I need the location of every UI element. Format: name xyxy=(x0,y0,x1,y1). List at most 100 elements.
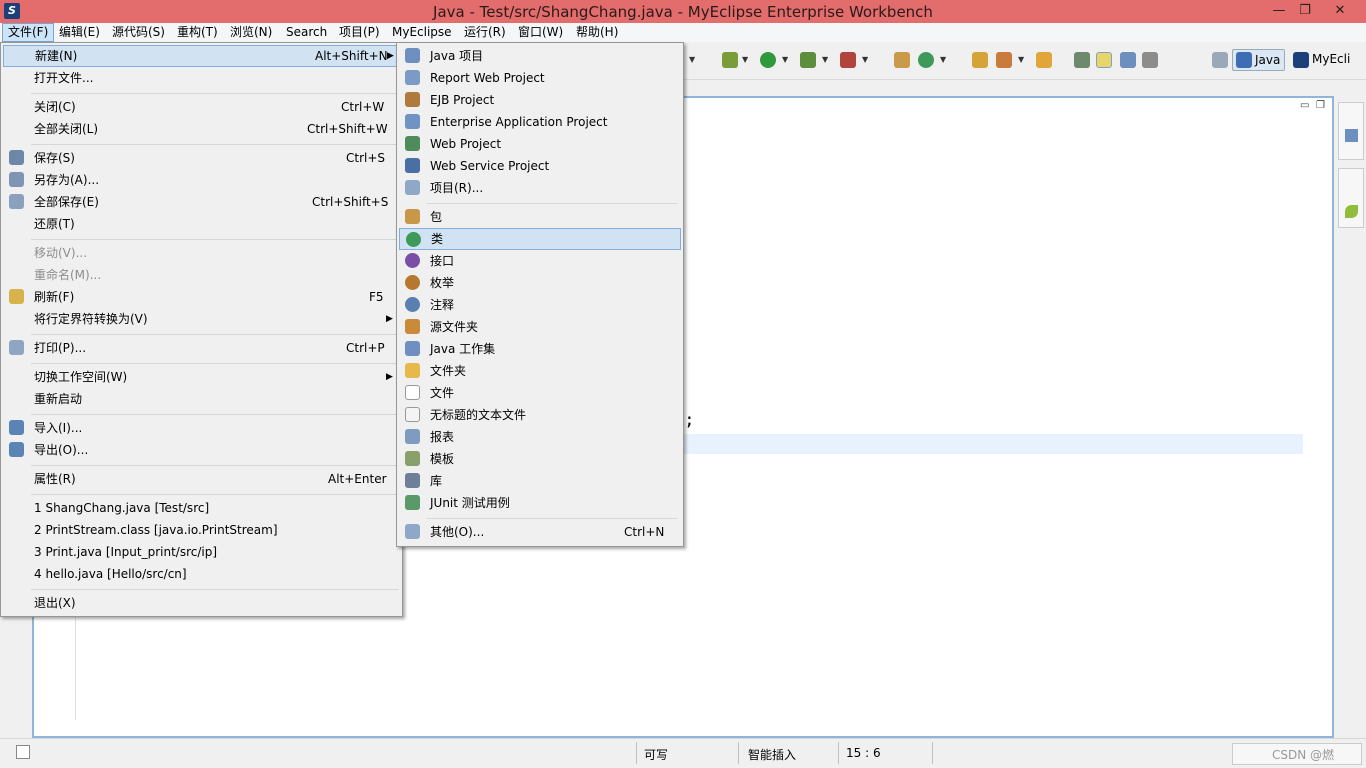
menu-window[interactable]: 窗口(W) xyxy=(513,23,568,42)
side-view-strip xyxy=(1338,102,1364,232)
file-menu-save-as[interactable]: 另存为(A)... xyxy=(3,169,400,191)
menu-run[interactable]: 运行(R) xyxy=(459,23,511,42)
file-menu-properties-shortcut: Alt+Enter xyxy=(328,472,387,486)
menu-navigate[interactable]: 浏览(N) xyxy=(225,23,277,42)
leaf-icon[interactable] xyxy=(1345,205,1358,218)
menu-refactor[interactable]: 重构(T) xyxy=(172,23,223,42)
chevron-down-icon[interactable]: ▼ xyxy=(689,55,695,64)
new-library[interactable]: 库 xyxy=(399,470,681,492)
file-menu-switch-workspace[interactable]: 切换工作空间(W) ▶ xyxy=(3,366,400,388)
menu-project[interactable]: 项目(P) xyxy=(334,23,385,42)
file-menu-refresh[interactable]: 刷新(F) F5 xyxy=(3,286,400,308)
file-menu-exit[interactable]: 退出(X) xyxy=(3,592,400,614)
close-button[interactable]: ✕ xyxy=(1318,2,1362,20)
new-enterprise-application-project-label: Enterprise Application Project xyxy=(430,115,608,129)
block-select-icon[interactable] xyxy=(1120,52,1136,68)
new-ejb-project-label: EJB Project xyxy=(430,93,495,107)
outline-minimized-view[interactable] xyxy=(1338,102,1364,160)
chevron-down-icon[interactable]: ▼ xyxy=(940,55,946,64)
open-perspective-icon[interactable] xyxy=(1212,52,1228,68)
outline-icon[interactable] xyxy=(1345,129,1358,142)
vertical-scrollbar[interactable] xyxy=(1304,124,1318,720)
show-whitespace-icon[interactable] xyxy=(1142,52,1158,68)
new-file[interactable]: 文件 xyxy=(399,382,681,404)
chevron-down-icon[interactable]: ▼ xyxy=(862,55,868,64)
myeclipse-perspective-icon xyxy=(1293,52,1309,68)
file-menu-convert-line-delimiters[interactable]: 将行定界符转换为(V) ▶ xyxy=(3,308,400,330)
new-source-folder[interactable]: 源文件夹 xyxy=(399,316,681,338)
run-external-icon[interactable] xyxy=(800,52,816,68)
server-icon[interactable] xyxy=(840,52,856,68)
new-class[interactable]: 类 xyxy=(399,228,681,250)
perspective-java-label: Java xyxy=(1255,53,1281,67)
annotation-icon[interactable] xyxy=(1074,52,1090,68)
new-ejb-project[interactable]: EJB Project xyxy=(399,89,681,111)
file-menu-import[interactable]: 导入(I)... xyxy=(3,417,400,439)
minimize-button[interactable]: — xyxy=(1266,2,1292,20)
file-menu-new[interactable]: 新建(N) Alt+Shift+N ▶ xyxy=(3,45,400,67)
chevron-down-icon[interactable]: ▼ xyxy=(1018,55,1024,64)
new-other[interactable]: 其他(O)... Ctrl+N xyxy=(399,521,681,543)
new-enterprise-application-project[interactable]: Enterprise Application Project xyxy=(399,111,681,133)
maximize-button[interactable]: ❐ xyxy=(1292,2,1318,20)
new-class-icon[interactable] xyxy=(918,52,934,68)
menu-edit[interactable]: 编辑(E) xyxy=(54,23,105,42)
file-menu-close[interactable]: 关闭(C) Ctrl+W xyxy=(3,96,400,118)
menu-myeclipse[interactable]: MyEclipse xyxy=(387,23,457,42)
menu-source[interactable]: 源代码(S) xyxy=(107,23,170,42)
new-enum[interactable]: 枚举 xyxy=(399,272,681,294)
new-annotation[interactable]: 注释 xyxy=(399,294,681,316)
new-web-project[interactable]: Web Project xyxy=(399,133,681,155)
file-menu-open-file[interactable]: 打开文件... xyxy=(3,67,400,89)
new-folder[interactable]: 文件夹 xyxy=(399,360,681,382)
run-icon[interactable] xyxy=(760,52,776,68)
new-package-icon[interactable] xyxy=(894,52,910,68)
new-java-working-set[interactable]: Java 工作集 xyxy=(399,338,681,360)
new-package[interactable]: 包 xyxy=(399,206,681,228)
chevron-down-icon[interactable]: ▼ xyxy=(742,55,748,64)
new-java-project-label: Java 项目 xyxy=(430,49,484,63)
menu-separator xyxy=(31,144,399,145)
open-folder-icon[interactable] xyxy=(1036,52,1052,68)
new-junit-test-case[interactable]: JUnit 测试用例 xyxy=(399,492,681,514)
new-project[interactable]: 项目(R)... xyxy=(399,177,681,199)
new-template[interactable]: 模板 xyxy=(399,448,681,470)
chevron-down-icon[interactable]: ▼ xyxy=(822,55,828,64)
file-menu-print[interactable]: 打印(P)... Ctrl+P xyxy=(3,337,400,359)
new-untitled-text-file[interactable]: 无标题的文本文件 xyxy=(399,404,681,426)
new-interface[interactable]: 接口 xyxy=(399,250,681,272)
file-menu-recent-file[interactable]: 3 Print.java [Input_print/src/ip] xyxy=(3,541,400,563)
status-divider xyxy=(636,742,637,764)
chevron-down-icon[interactable]: ▼ xyxy=(782,55,788,64)
file-menu-save[interactable]: 保存(S) Ctrl+S xyxy=(3,147,400,169)
horizontal-scrollbar[interactable] xyxy=(78,718,1302,730)
palette-minimized-view[interactable] xyxy=(1338,168,1364,228)
highlight-icon[interactable] xyxy=(1096,52,1112,68)
file-menu-recent-file[interactable]: 2 PrintStream.class [java.io.PrintStream… xyxy=(3,519,400,541)
menu-help[interactable]: 帮助(H) xyxy=(571,23,623,42)
minimize-view-icon[interactable]: ▭ xyxy=(1300,100,1309,111)
search-icon[interactable] xyxy=(996,52,1012,68)
file-menu-revert[interactable]: 还原(T) xyxy=(3,213,400,235)
new-java-project[interactable]: Java 项目 xyxy=(399,45,681,67)
menu-search[interactable]: Search xyxy=(281,23,332,42)
new-report-web-project[interactable]: Report Web Project xyxy=(399,67,681,89)
file-menu-close-all[interactable]: 全部关闭(L) Ctrl+Shift+W xyxy=(3,118,400,140)
file-menu-recent-file[interactable]: 4 hello.java [Hello/src/cn] xyxy=(3,563,400,585)
new-web-service-project[interactable]: Web Service Project xyxy=(399,155,681,177)
file-menu-recent-file[interactable]: 1 ShangChang.java [Test/src] xyxy=(3,497,400,519)
maximize-view-icon[interactable]: ❐ xyxy=(1316,100,1325,111)
submenu-arrow-icon: ▶ xyxy=(387,51,394,61)
file-menu-restart[interactable]: 重新启动 xyxy=(3,388,400,410)
fast-view-icon[interactable] xyxy=(16,745,30,759)
file-menu-export[interactable]: 导出(O)... xyxy=(3,439,400,461)
open-type-icon[interactable] xyxy=(972,52,988,68)
file-menu-save-all[interactable]: 全部保存(E) Ctrl+Shift+S xyxy=(3,191,400,213)
debug-icon[interactable] xyxy=(722,52,738,68)
new-wizard-icon xyxy=(405,524,420,539)
new-report[interactable]: 报表 xyxy=(399,426,681,448)
menu-file[interactable]: 文件(F) xyxy=(2,23,55,42)
file-menu-properties[interactable]: 属性(R) Alt+Enter xyxy=(3,468,400,490)
menu-separator xyxy=(427,518,677,519)
submenu-arrow-icon: ▶ xyxy=(386,372,393,382)
